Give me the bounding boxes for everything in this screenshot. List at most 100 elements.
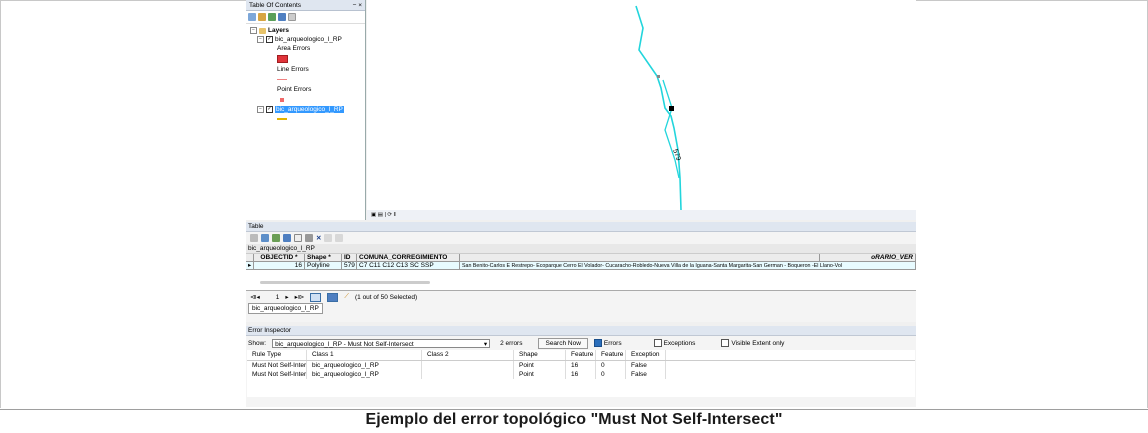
error-cell[interactable]: 0 <box>596 370 626 379</box>
table-tab[interactable]: bic_arqueologico_l_RP <box>248 303 323 314</box>
error-row[interactable]: Must Not Self-Intersect bic_arqueologico… <box>247 370 915 379</box>
column-header[interactable]: COMUNA_CORREGIMIENTO <box>357 254 460 262</box>
error-cell[interactable] <box>422 361 514 370</box>
show-dropdown[interactable]: bic_arqueologico_l_RP - Must Not Self-In… <box>272 338 491 349</box>
line-error-symbol-icon <box>277 79 287 80</box>
error-list-header: Rule Type Class 1 Class 2 Shape Feature … <box>247 350 915 361</box>
collapse-icon[interactable]: − <box>250 27 257 34</box>
list-by-source-icon[interactable] <box>258 13 266 21</box>
column-header[interactable]: Feature 2 <box>596 350 626 360</box>
show-label: Show: <box>248 339 267 347</box>
layer2-label[interactable]: bic_arqueologico_l_RP <box>275 106 344 113</box>
layers-node[interactable]: − Layers <box>250 26 365 35</box>
table-cell[interactable]: Polyline <box>305 262 342 270</box>
column-header[interactable]: Rule Type <box>247 350 307 360</box>
last-record-button[interactable]: ▸⧐ <box>295 293 305 301</box>
select-by-attributes-icon[interactable] <box>272 234 280 242</box>
error-cell[interactable]: bic_arqueologico_l_RP <box>307 370 422 379</box>
show-all-records-icon[interactable] <box>310 292 322 302</box>
point-error-symbol-row <box>250 94 365 105</box>
column-header[interactable]: Shape <box>514 350 566 360</box>
error-cell[interactable]: False <box>626 370 666 379</box>
options-icon[interactable] <box>288 13 296 21</box>
copy-icon[interactable] <box>324 234 333 242</box>
next-record-button[interactable]: ▸ <box>285 293 288 301</box>
polyline-feature-branch[interactable] <box>662 79 680 179</box>
horizontal-scrollbar[interactable] <box>260 281 430 284</box>
layer2-symbol-row <box>250 114 365 123</box>
toc-pin-close-icon[interactable]: − × <box>353 2 362 9</box>
error-inspector-title: Error Inspector <box>246 326 916 336</box>
exceptions-checkbox[interactable]: Exceptions <box>653 339 696 347</box>
table-cell[interactable]: San Benito-Carlos E Restrepo- Ecoparque … <box>460 262 916 270</box>
delete-selected-icon[interactable]: ✕ <box>316 234 321 242</box>
errors-checkbox-box[interactable] <box>593 339 602 347</box>
area-error-symbol-row <box>250 53 365 65</box>
table-options-icon[interactable] <box>250 234 258 242</box>
exceptions-checkbox-label: Exceptions <box>663 339 696 347</box>
layer2-visibility-checkbox[interactable]: ✓ <box>266 106 273 113</box>
errors-checkbox[interactable]: Errors <box>593 339 622 347</box>
show-selected-records-icon[interactable] <box>327 292 339 302</box>
error-cell[interactable]: Point <box>514 361 566 370</box>
column-header[interactable] <box>460 254 820 262</box>
exceptions-checkbox-box[interactable] <box>653 339 662 347</box>
error-cell[interactable]: Must Not Self-Intersect <box>247 370 307 379</box>
table-toolbar: ✕ <box>246 232 916 244</box>
record-number[interactable]: 1 <box>276 294 280 301</box>
column-header[interactable]: Exception <box>626 350 666 360</box>
switch-selection-icon[interactable] <box>283 234 291 242</box>
table-cell[interactable]: C7 C11 C12 C13 SC SSP <box>357 262 460 270</box>
error-point-marker[interactable] <box>669 106 674 111</box>
related-tables-icon[interactable] <box>261 234 269 242</box>
row-selector-arrow-icon[interactable]: ▸ <box>246 262 254 270</box>
toc-title: Table Of Contents <box>249 1 302 9</box>
error-cell[interactable]: False <box>626 361 666 370</box>
column-header[interactable]: Shape * <box>305 254 342 262</box>
map-view[interactable]: 579 <box>367 0 916 211</box>
chevron-down-icon[interactable]: ▾ <box>484 340 487 349</box>
polyline-feature[interactable] <box>635 5 682 211</box>
selection-count: (1 out of 50 Selected) <box>354 293 418 301</box>
error-row[interactable]: Must Not Self-Intersect bic_arqueologico… <box>247 361 915 370</box>
toc-toolbar <box>246 11 365 24</box>
column-header[interactable]: OBJECTID * <box>254 254 305 262</box>
map-statusbar: ▣ ▤ | ⟳ ‖ <box>367 210 916 220</box>
zoom-to-selected-icon[interactable] <box>305 234 313 242</box>
column-header[interactable]: oRARIO_VER <box>820 254 916 262</box>
list-by-visibility-icon[interactable] <box>268 13 276 21</box>
layout-view-buttons-icon[interactable]: ▣ ▤ | ⟳ ‖ <box>371 212 396 218</box>
column-header[interactable]: ID <box>342 254 357 262</box>
column-header[interactable]: Feature 1 <box>566 350 596 360</box>
layer2-node[interactable]: − ✓ bic_arqueologico_l_RP <box>250 105 365 114</box>
error-cell[interactable]: Point <box>514 370 566 379</box>
error-cell[interactable] <box>422 370 514 379</box>
layer1-visibility-checkbox[interactable]: ✓ <box>266 36 273 43</box>
column-header[interactable]: Class 1 <box>307 350 422 360</box>
list-by-drawing-order-icon[interactable] <box>248 13 256 21</box>
point-error-symbol-icon <box>280 97 284 102</box>
paste-icon[interactable] <box>335 234 344 242</box>
collapse-icon[interactable]: − <box>257 106 264 113</box>
visible-extent-checkbox-box[interactable] <box>721 339 730 347</box>
clear-selection-icon[interactable] <box>294 234 302 242</box>
attribute-grid: OBJECTID * Shape * ID COMUNA_CORREGIMIEN… <box>246 254 916 291</box>
visible-extent-checkbox[interactable]: Visible Extent only <box>721 339 784 347</box>
table-cell[interactable]: 16 <box>254 262 305 270</box>
error-cell[interactable]: 0 <box>596 361 626 370</box>
feature-label: 579 <box>671 148 682 161</box>
error-cell[interactable]: Must Not Self-Intersect <box>247 361 307 370</box>
error-cell[interactable]: bic_arqueologico_l_RP <box>307 361 422 370</box>
list-by-selection-icon[interactable] <box>278 13 286 21</box>
error-cell[interactable]: 16 <box>566 370 596 379</box>
table-cell[interactable]: 579 <box>342 262 357 270</box>
first-record-button[interactable]: ⧏◂ <box>250 293 260 301</box>
table-row[interactable]: ▸ 16 Polyline 579 C7 C11 C12 C13 SC SSP … <box>246 262 916 270</box>
map-canvas[interactable]: 579 <box>367 0 916 211</box>
error-inspector-panel: Error Inspector Show: bic_arqueologico_l… <box>246 326 916 407</box>
collapse-icon[interactable]: − <box>257 36 264 43</box>
error-cell[interactable]: 16 <box>566 361 596 370</box>
layer1-node[interactable]: − ✓ bic_arqueologico_l_RP <box>250 35 365 44</box>
column-header[interactable]: Class 2 <box>422 350 514 360</box>
search-now-button[interactable]: Search Now <box>538 337 588 349</box>
